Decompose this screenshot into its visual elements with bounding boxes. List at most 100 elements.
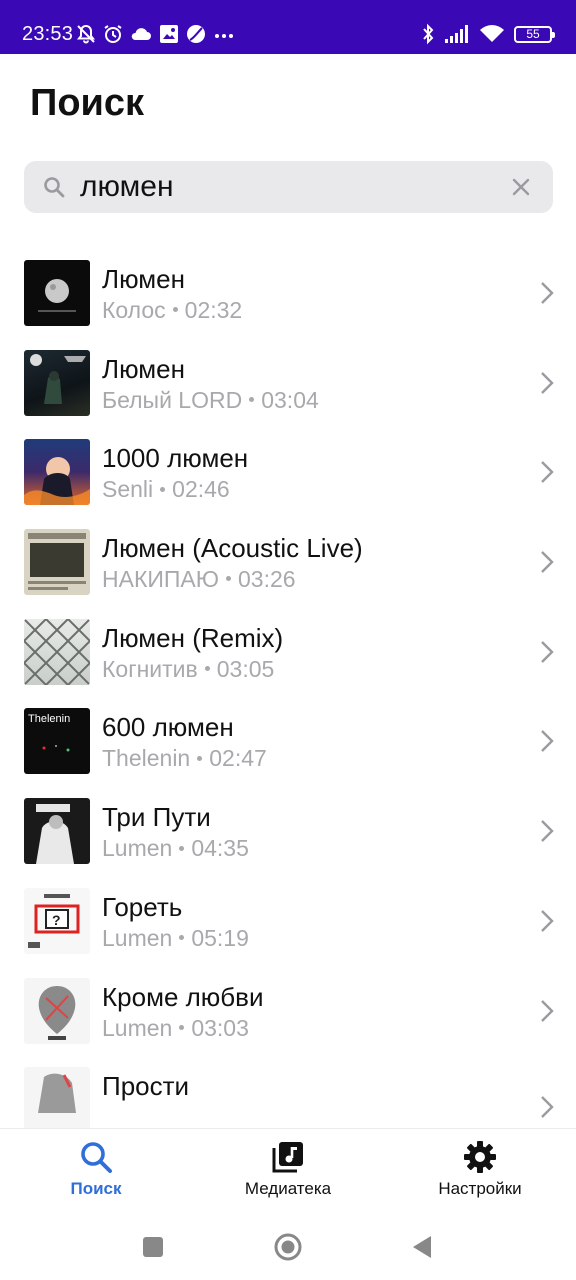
track-title: Гореть	[102, 891, 183, 922]
track-title: Кроме любви	[102, 981, 264, 1012]
separator-dot	[249, 397, 255, 403]
track-artist: НАКИПАЮ	[102, 566, 219, 593]
list-item[interactable]: Люмен Белый LORD 03:04	[0, 338, 576, 428]
track-title: Прости	[102, 1071, 190, 1102]
track-artist: Lumen	[102, 835, 173, 862]
svg-text:?: ?	[52, 912, 61, 928]
album-cover	[24, 618, 90, 685]
separator-dot	[179, 1024, 185, 1030]
recent-apps-icon[interactable]	[138, 1232, 168, 1262]
track-subtitle: Lumen 04:35	[102, 834, 249, 862]
mute-bell-icon	[76, 24, 96, 44]
track-duration: 03:26	[238, 566, 296, 593]
list-item[interactable]: Люмен (Remix) Когнитив 03:05	[0, 607, 576, 697]
track-duration: 03:04	[261, 386, 319, 413]
chevron-right-icon	[541, 909, 554, 932]
separator-dot	[179, 935, 185, 941]
track-subtitle: Колос 02:32	[102, 296, 242, 324]
search-icon	[81, 1142, 112, 1173]
album-cover	[24, 349, 90, 416]
bluetooth-icon	[423, 23, 434, 45]
album-cover	[24, 798, 90, 865]
search-input[interactable]	[80, 167, 500, 207]
chevron-right-icon	[541, 551, 554, 573]
album-cover: ?	[24, 887, 90, 954]
chevron-right-icon	[541, 640, 554, 663]
chevron-right-icon	[541, 1096, 554, 1119]
list-item[interactable]: Люмен (Acoustic Live) НАКИПАЮ 03:26	[0, 517, 576, 607]
tab-settings-label: Настройки	[438, 1179, 522, 1198]
chevron-right-icon	[541, 461, 554, 484]
track-subtitle: Когнитив 03:05	[102, 655, 274, 683]
album-cover	[24, 977, 90, 1044]
status-right-icons: 55	[421, 22, 555, 46]
album-cover	[24, 260, 90, 326]
album-cover	[24, 529, 90, 596]
track-artist: Lumen	[102, 1014, 173, 1041]
chevron-right-icon	[541, 282, 554, 304]
chevron-right-icon	[541, 820, 554, 842]
tab-search[interactable]: Поиск	[16, 1139, 176, 1199]
list-item[interactable]: Кроме любви Lumen 03:03	[0, 966, 576, 1056]
page-title: Поиск	[30, 82, 145, 124]
home-icon[interactable]	[273, 1232, 303, 1262]
list-item[interactable]: Прости	[0, 1055, 576, 1128]
search-box[interactable]	[24, 161, 553, 213]
status-bar: 23:53 55	[0, 0, 576, 54]
album-cover	[24, 439, 90, 506]
signal-icon	[445, 25, 468, 43]
bottom-nav: Поиск Медиатека Настройки	[0, 1128, 576, 1208]
tab-settings[interactable]: Настройки	[400, 1139, 560, 1199]
cover-text: Thelenin	[28, 713, 70, 725]
track-title: Люмен (Remix)	[102, 622, 284, 653]
separator-dot	[204, 666, 210, 672]
wifi-icon	[480, 25, 504, 42]
track-artist: Lumen	[102, 924, 173, 951]
track-title: 1000 люмен	[102, 443, 249, 474]
tab-library-label: Медиатека	[244, 1179, 332, 1198]
cloud-icon	[131, 28, 151, 40]
track-title: Люмен (Acoustic Live)	[102, 533, 363, 564]
track-artist: Когнитив	[102, 655, 198, 682]
gallery-icon	[160, 25, 178, 43]
track-subtitle: Белый LORD 03:04	[102, 386, 319, 414]
chevron-right-icon	[541, 999, 554, 1022]
track-duration: 02:46	[172, 476, 230, 503]
list-item[interactable]: 1000 люмен Senli 02:46	[0, 427, 576, 517]
track-title: Люмен	[102, 264, 185, 294]
chevron-right-icon	[541, 730, 554, 753]
separator-dot	[226, 576, 231, 582]
album-cover	[24, 1067, 90, 1128]
track-duration: 02:32	[184, 297, 243, 323]
track-duration: 05:19	[191, 924, 249, 951]
alarm-icon	[104, 25, 122, 43]
ball-icon	[187, 25, 205, 43]
tab-library[interactable]: Медиатека	[208, 1139, 368, 1199]
separator-dot	[160, 486, 166, 492]
track-subtitle: Thelenin 02:47	[102, 744, 267, 772]
track-duration: 03:03	[191, 1014, 249, 1041]
system-nav-bar	[0, 1208, 576, 1280]
track-title: Три Пути	[102, 802, 211, 833]
search-icon	[44, 177, 65, 198]
list-item[interactable]: ? Гореть Lumen 05:19	[0, 876, 576, 966]
tab-search-label: Поиск	[70, 1179, 122, 1198]
close-icon[interactable]	[509, 175, 533, 199]
list-item[interactable]: Три Пути Lumen 04:35	[0, 786, 576, 876]
track-artist: Колос	[102, 297, 166, 323]
track-duration: 03:05	[216, 655, 275, 682]
track-title: 600 люмен	[102, 712, 234, 743]
separator-dot	[197, 755, 203, 761]
track-artist: Белый LORD	[102, 386, 243, 413]
back-icon[interactable]	[408, 1232, 438, 1262]
list-item[interactable]: Люмен Колос 02:32	[0, 248, 576, 338]
track-title: Люмен	[102, 353, 185, 384]
separator-dot	[172, 307, 178, 313]
list-item[interactable]: Thelenin 600 люмен Thelenin 02:47	[0, 696, 576, 786]
separator-dot	[179, 845, 185, 851]
status-left-icons	[76, 22, 235, 46]
track-artist: Thelenin	[102, 745, 191, 772]
track-subtitle: НАКИПАЮ 03:26	[102, 565, 296, 593]
album-cover: Thelenin	[24, 708, 90, 775]
more-dots-icon	[215, 34, 233, 38]
